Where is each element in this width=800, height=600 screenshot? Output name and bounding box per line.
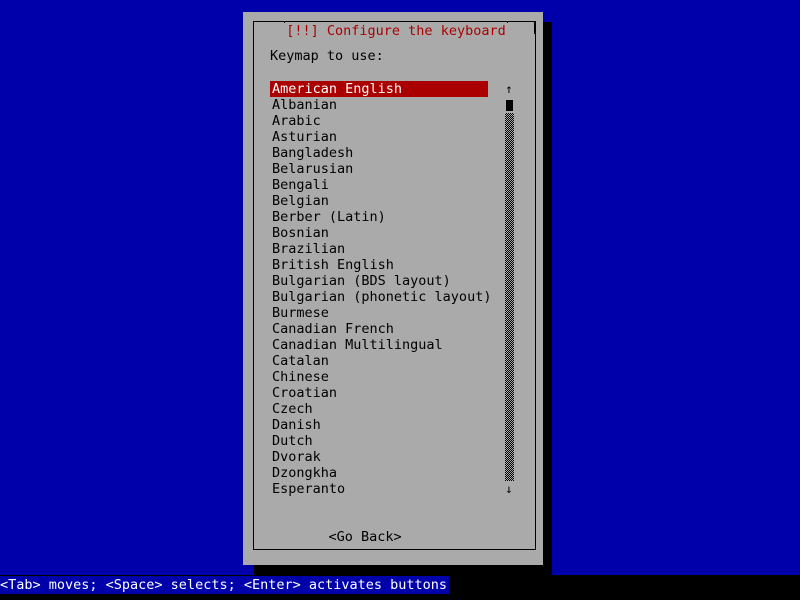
installer-screen: [!!] Configure the keyboard Keymap to us… xyxy=(0,0,800,600)
list-item[interactable]: Arabic xyxy=(270,113,488,129)
list-item[interactable]: Croatian xyxy=(270,385,488,401)
scroll-down-arrow-icon[interactable]: ↓ xyxy=(503,481,515,497)
list-item[interactable]: Berber (Latin) xyxy=(270,209,488,225)
titlebar-tick-left xyxy=(253,21,254,34)
titlebar-rule-right xyxy=(507,21,535,22)
list-item[interactable]: Danish xyxy=(270,417,488,433)
list-item[interactable]: Asturian xyxy=(270,129,488,145)
list-item[interactable]: Dutch xyxy=(270,433,488,449)
list-item[interactable]: Czech xyxy=(270,401,488,417)
dialog-title: [!!] Configure the keyboard xyxy=(283,23,509,39)
status-bar: <Tab> moves; <Space> selects; <Enter> ac… xyxy=(0,576,800,594)
list-item[interactable]: Catalan xyxy=(270,353,488,369)
list-item[interactable]: Dzongkha xyxy=(270,465,488,481)
list-item[interactable]: British English xyxy=(270,257,488,273)
list-item[interactable]: Bulgarian (phonetic layout) xyxy=(270,289,491,305)
status-bar-help-text: <Tab> moves; <Space> selects; <Enter> ac… xyxy=(0,576,450,594)
list-item[interactable]: Brazilian xyxy=(270,241,488,257)
scrollbar-thumb[interactable] xyxy=(506,100,513,111)
list-item[interactable]: Bengali xyxy=(270,177,488,193)
list-item[interactable]: Burmese xyxy=(270,305,488,321)
scrollbar-trough[interactable] xyxy=(505,113,514,481)
list-item[interactable]: Canadian French xyxy=(270,321,488,337)
list-item[interactable]: Belgian xyxy=(270,193,488,209)
list-item[interactable]: Albanian xyxy=(270,97,488,113)
list-item[interactable]: American English xyxy=(270,81,488,97)
list-item[interactable]: Bulgarian (BDS layout) xyxy=(270,273,488,289)
titlebar-tick-right xyxy=(534,21,535,34)
keymap-list-scrollbar[interactable]: ↑ ↓ xyxy=(503,81,515,497)
list-item[interactable]: Esperanto xyxy=(270,481,488,497)
scroll-up-arrow-icon[interactable]: ↑ xyxy=(503,81,515,97)
dialog-titlebar: [!!] Configure the keyboard xyxy=(243,12,543,39)
keymap-list[interactable]: American English Albanian Arabic Asturian Ba… xyxy=(270,81,491,497)
list-item[interactable]: Bangladesh xyxy=(270,145,488,161)
titlebar-rule-left xyxy=(253,21,285,22)
dialog-button-row: <Go Back> xyxy=(296,513,402,561)
list-item[interactable]: Bosnian xyxy=(270,225,488,241)
list-item[interactable]: Canadian Multilingual xyxy=(270,337,488,353)
list-item[interactable]: Chinese xyxy=(270,369,488,385)
go-back-button[interactable]: <Go Back> xyxy=(329,529,402,545)
keymap-prompt-label: Keymap to use: xyxy=(270,48,384,64)
list-item[interactable]: Belarusian xyxy=(270,161,488,177)
list-item[interactable]: Dvorak xyxy=(270,449,488,465)
